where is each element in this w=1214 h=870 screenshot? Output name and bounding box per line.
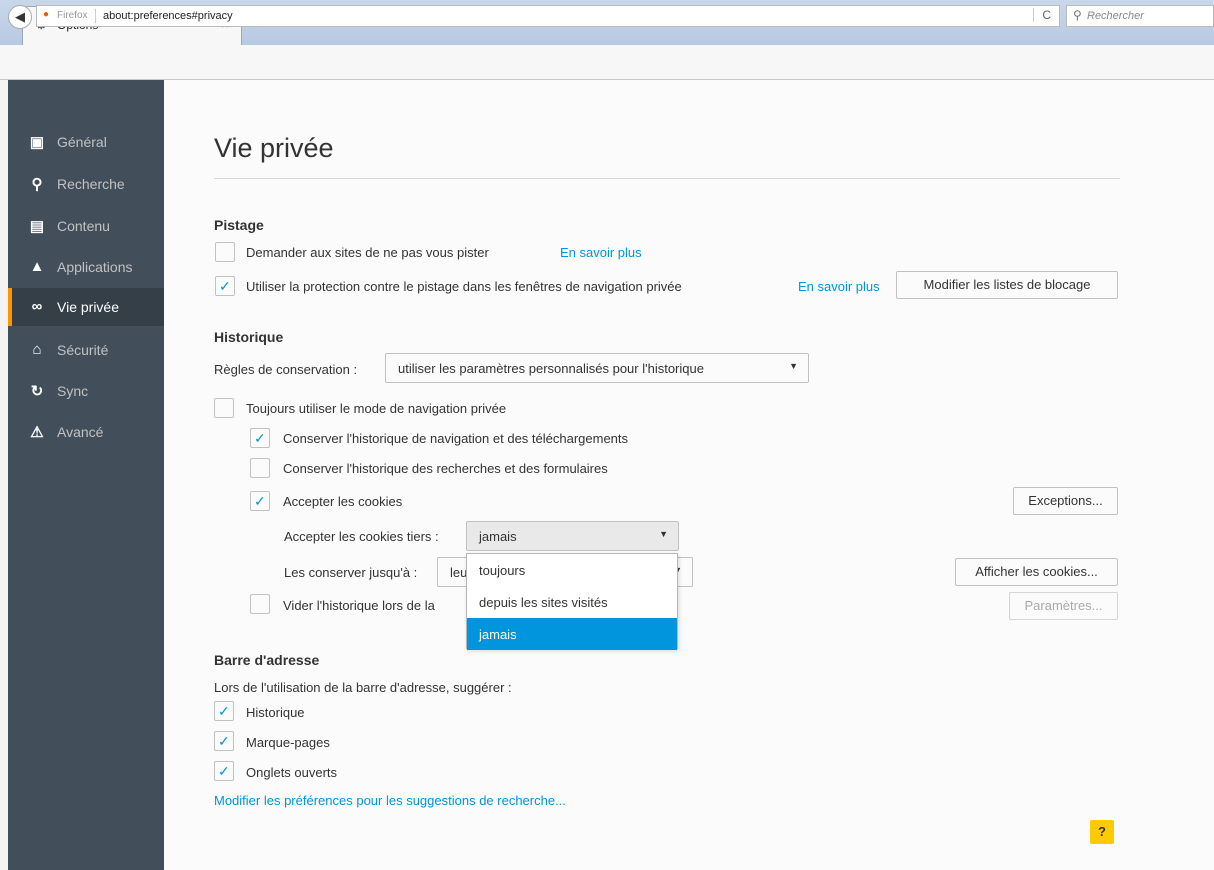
search-magnifier-icon: ⚲ xyxy=(1073,8,1082,22)
keep-browsing-history-checkbox[interactable]: ✓ xyxy=(250,428,270,448)
back-arrow-icon: ◀ xyxy=(15,9,25,24)
show-cookies-button[interactable]: Afficher les cookies... xyxy=(955,558,1118,586)
suggest-bookmarks-checkbox[interactable]: ✓ xyxy=(214,731,234,751)
sidebar-item-content[interactable]: ▤ Contenu xyxy=(8,207,164,245)
third-party-cookies-select[interactable]: jamais ▼ xyxy=(466,521,679,551)
always-private-checkbox[interactable] xyxy=(214,398,234,418)
keep-search-history-checkbox[interactable] xyxy=(250,458,270,478)
page-title: Vie privée xyxy=(214,133,334,163)
checkmark-icon: ✓ xyxy=(218,733,230,749)
addressbar-heading: Barre d'adresse xyxy=(214,652,320,668)
dropdown-arrow-icon: ▼ xyxy=(789,361,798,371)
checkmark-icon: ✓ xyxy=(219,278,231,294)
keep-until-value: leu xyxy=(450,565,468,580)
suggest-open-tabs-checkbox[interactable]: ✓ xyxy=(214,761,234,781)
checkmark-icon: ✓ xyxy=(254,430,266,446)
suggest-history-checkbox[interactable]: ✓ xyxy=(214,701,234,721)
identity-label: Firefox xyxy=(57,10,88,21)
url-separator xyxy=(95,9,96,23)
dnt-checkbox[interactable] xyxy=(215,242,235,262)
accept-cookies-label[interactable]: Accepter les cookies xyxy=(283,494,402,509)
accept-cookies-checkbox[interactable]: ✓ xyxy=(250,491,270,511)
advanced-icon: ⚠ xyxy=(30,424,44,441)
dropdown-option-always[interactable]: toujours xyxy=(467,554,677,586)
suggest-history-label[interactable]: Historique xyxy=(246,705,305,720)
keep-search-history-label[interactable]: Conserver l'historique des recherches et… xyxy=(283,461,608,476)
clear-settings-button[interactable]: Paramètres... xyxy=(1009,592,1118,620)
sidebar-item-label: Applications xyxy=(57,259,133,275)
history-heading: Historique xyxy=(214,329,284,345)
privacy-mask-icon: ∞ xyxy=(31,298,43,315)
keep-browsing-history-label[interactable]: Conserver l'historique de navigation et … xyxy=(283,431,628,446)
dnt-label[interactable]: Demander aux sites de ne pas vous pister xyxy=(246,245,489,260)
retention-rules-label: Règles de conservation : xyxy=(214,362,358,377)
sidebar-item-label: Avancé xyxy=(57,424,104,440)
addressbar-intro: Lors de l'utilisation de la barre d'adre… xyxy=(214,680,512,695)
browser-search-box[interactable]: ⚲ Rechercher xyxy=(1066,5,1214,27)
sync-icon: ↻ xyxy=(30,383,44,400)
sidebar-item-label: Recherche xyxy=(57,176,125,192)
search-suggestions-prefs-link[interactable]: Modifier les préférences pour les sugges… xyxy=(214,793,566,808)
tracking-protection-checkbox[interactable]: ✓ xyxy=(215,276,235,296)
preferences-sidebar: ▣ Général ⚲ Recherche ▤ Contenu ▲ Applic… xyxy=(8,80,164,870)
help-button[interactable]: ? xyxy=(1090,820,1114,844)
dropdown-arrow-icon: ▼ xyxy=(659,529,668,539)
dropdown-option-never[interactable]: jamais xyxy=(467,618,677,650)
sidebar-item-label: Contenu xyxy=(57,218,110,234)
back-button[interactable]: ◀ xyxy=(8,5,32,29)
blocklist-button[interactable]: Modifier les listes de blocage xyxy=(896,271,1118,299)
retention-rules-value: utiliser les paramètres personnalisés po… xyxy=(398,361,704,376)
sidebar-item-security[interactable]: ⌂ Sécurité xyxy=(8,331,164,369)
url-bar[interactable]: ● Firefox about:preferences#privacy C xyxy=(36,5,1060,27)
exceptions-button[interactable]: Exceptions... xyxy=(1013,487,1118,515)
dnt-learn-more-link[interactable]: En savoir plus xyxy=(560,245,642,260)
sidebar-item-search[interactable]: ⚲ Recherche xyxy=(8,165,164,203)
third-party-cookies-label: Accepter les cookies tiers : xyxy=(284,529,439,544)
search-icon: ⚲ xyxy=(31,176,43,193)
tracking-heading: Pistage xyxy=(214,217,264,233)
security-lock-icon: ⌂ xyxy=(32,341,42,358)
clear-history-on-close-label[interactable]: Vider l'historique lors de la xyxy=(283,598,435,613)
retention-rules-select[interactable]: utiliser les paramètres personnalisés po… xyxy=(385,353,809,383)
sidebar-item-privacy[interactable]: ∞ Vie privée xyxy=(8,288,164,326)
tracking-protection-label[interactable]: Utiliser la protection contre le pistage… xyxy=(246,279,682,294)
dropdown-option-visited[interactable]: depuis les sites visités xyxy=(467,586,677,618)
keep-until-label: Les conserver jusqu'à : xyxy=(284,565,418,580)
checkmark-icon: ✓ xyxy=(218,763,230,779)
sidebar-item-sync[interactable]: ↻ Sync xyxy=(8,372,164,410)
suggest-open-tabs-label[interactable]: Onglets ouverts xyxy=(246,765,337,780)
suggest-bookmarks-label[interactable]: Marque-pages xyxy=(246,735,330,750)
search-placeholder[interactable]: Rechercher xyxy=(1087,10,1144,22)
sidebar-item-label: Général xyxy=(57,134,107,150)
third-party-cookies-value: jamais xyxy=(479,529,517,544)
clear-history-on-close-checkbox[interactable] xyxy=(250,594,270,614)
general-icon: ▣ xyxy=(29,134,45,151)
sidebar-item-advanced[interactable]: ⚠ Avancé xyxy=(8,413,164,451)
title-divider xyxy=(214,178,1120,179)
sidebar-item-label: Vie privée xyxy=(57,299,120,315)
url-text[interactable]: about:preferences#privacy xyxy=(103,10,233,22)
applications-icon: ▲ xyxy=(29,258,45,275)
third-party-cookies-dropdown: toujours depuis les sites visités jamais xyxy=(466,553,678,650)
tp-learn-more-link[interactable]: En savoir plus xyxy=(798,279,880,294)
reload-icon[interactable]: C xyxy=(1033,8,1051,22)
sidebar-item-general[interactable]: ▣ Général xyxy=(8,123,164,161)
navigation-bar xyxy=(0,45,1214,80)
sidebar-item-label: Sync xyxy=(57,383,89,399)
content-icon: ▤ xyxy=(29,218,45,235)
checkmark-icon: ✓ xyxy=(254,493,266,509)
sidebar-item-applications[interactable]: ▲ Applications xyxy=(8,248,164,286)
firefox-logo-icon: ● xyxy=(43,9,50,20)
always-private-label[interactable]: Toujours utiliser le mode de navigation … xyxy=(246,401,506,416)
checkmark-icon: ✓ xyxy=(218,703,230,719)
sidebar-item-label: Sécurité xyxy=(57,342,109,358)
